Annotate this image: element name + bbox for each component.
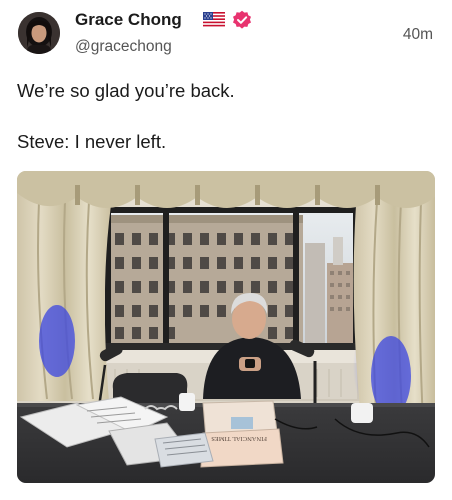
post-photo-image: FINANCIAL TIMES [17,171,435,483]
post-timestamp[interactable]: 40m [403,26,433,44]
post-text-line-1: We’re so glad you’re back. [17,80,235,101]
newspaper-headline: FINANCIAL TIMES [211,435,267,442]
author-avatar[interactable] [18,12,60,54]
post-photo[interactable]: FINANCIAL TIMES [17,171,435,483]
author-handle[interactable]: @gracechong [75,38,172,56]
verified-badge-icon [233,10,251,29]
avatar-photo [18,12,60,54]
post-text-line-2: Steve: I never left. [17,131,167,152]
us-flag-icon [203,12,225,27]
post-header: Grace Chong @gracechong 40m [0,0,452,66]
author-display-name[interactable]: Grace Chong [75,10,182,30]
